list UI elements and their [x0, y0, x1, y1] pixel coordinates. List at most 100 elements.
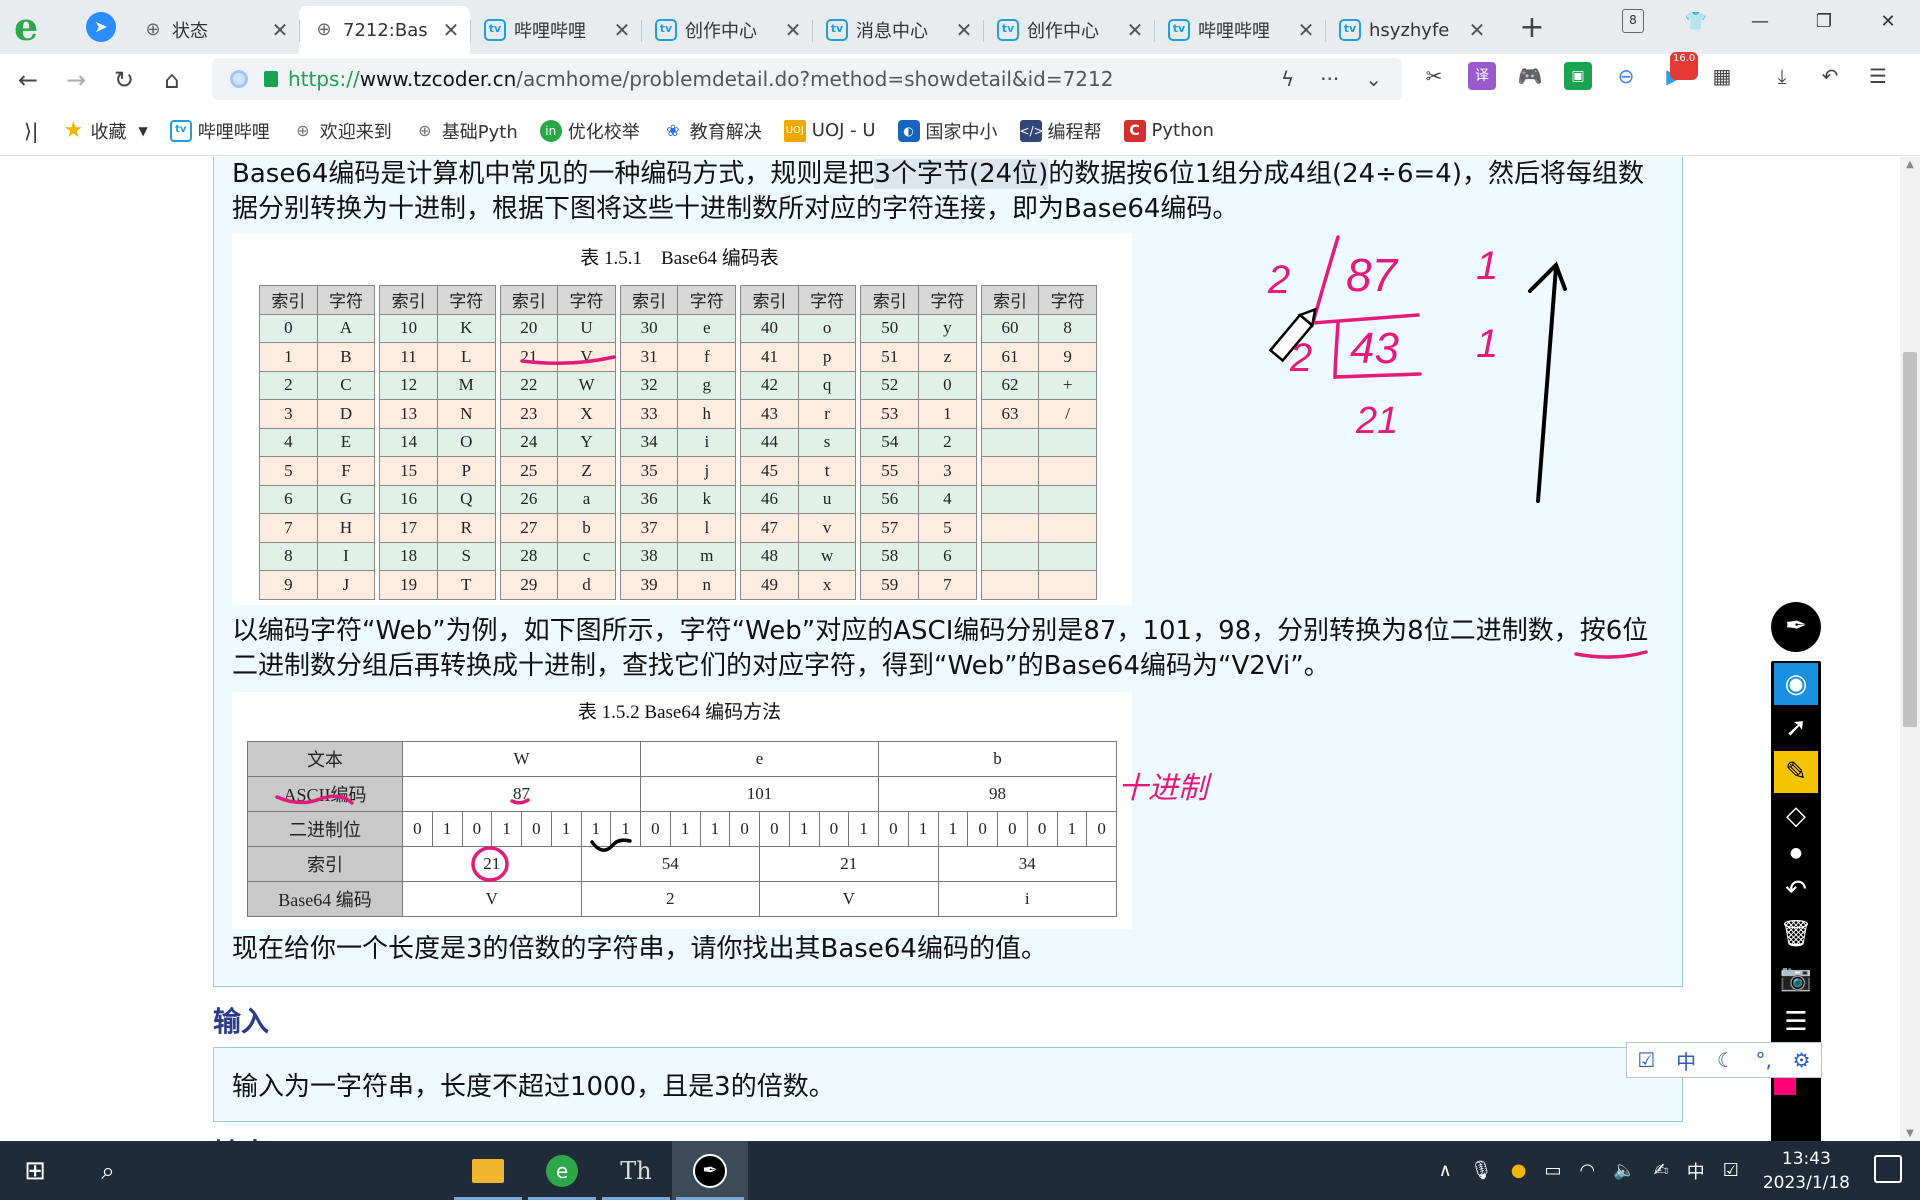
index-cell: 52	[860, 370, 920, 400]
tab-5[interactable]: tv 创作中心 ✕	[983, 6, 1154, 54]
video-play-icon[interactable]: ▶16.0	[1660, 52, 1698, 90]
bookmark-1[interactable]: tv 哔哩哔哩	[169, 118, 270, 144]
ime-settings-icon[interactable]: ⚙	[1793, 1048, 1811, 1072]
tab-close-icon[interactable]: ✕	[784, 18, 802, 42]
tray-chevron-icon[interactable]: ∧	[1439, 1160, 1452, 1181]
bookmark-folder-caret-icon[interactable]: ▼	[139, 124, 148, 138]
windows-start-icon[interactable]: ⊞	[0, 1156, 70, 1186]
undo-ink-icon[interactable]: ↶	[1774, 869, 1818, 911]
download-icon[interactable]: ⤓	[1768, 62, 1796, 90]
index-cell: 59	[860, 570, 920, 600]
tab-close-icon[interactable]: ✕	[271, 18, 289, 42]
char-cell: p	[797, 342, 857, 372]
bookmark-4[interactable]: in 优化校举	[539, 118, 640, 144]
url-text[interactable]: https://www.tzcoder.cn/acmhome/problemde…	[288, 67, 1113, 91]
browser-logo-icon[interactable]: e	[14, 7, 54, 47]
bookmark-8[interactable]: </> 编程帮	[1019, 118, 1102, 144]
security-shield-icon[interactable]	[230, 70, 248, 88]
taskbar-file-explorer[interactable]	[450, 1141, 526, 1200]
undo-icon[interactable]: ↶	[1816, 62, 1844, 90]
bookmark-5[interactable]: ❀ 教育解决	[662, 118, 762, 144]
pencil-icon[interactable]: ✎	[1774, 751, 1818, 793]
ime-moon-icon[interactable]: ☾	[1717, 1048, 1735, 1072]
bookmark-9[interactable]: C Python	[1123, 118, 1214, 144]
tab-close-icon[interactable]: ✕	[1468, 18, 1486, 42]
trash-icon[interactable]: 🗑	[1774, 913, 1818, 955]
scissors-icon[interactable]: ✂	[1420, 62, 1448, 90]
apps-grid-icon[interactable]: ▦	[1708, 62, 1736, 90]
pinned-tab-telegram-icon[interactable]: ➤	[86, 12, 116, 42]
taskbar-th-app[interactable]: Th	[598, 1141, 674, 1200]
lightning-icon[interactable]: ϟ	[1281, 67, 1294, 91]
tab-count-icon[interactable]: 8	[1622, 9, 1644, 33]
forward-icon[interactable]: →	[56, 66, 96, 94]
ime-checkbox-icon[interactable]: ☑	[1637, 1048, 1655, 1072]
tab-6[interactable]: tv 哔哩哔哩 ✕	[1154, 6, 1325, 54]
reload-icon[interactable]: ↻	[104, 66, 144, 94]
tab-close-icon[interactable]: ✕	[955, 18, 973, 42]
brush-size-icon[interactable]: ●	[1774, 839, 1818, 867]
wifi-icon[interactable]: ◠	[1579, 1160, 1595, 1181]
taskbar-browser[interactable]: e	[524, 1141, 600, 1200]
scroll-up-icon[interactable]: ▲	[1900, 159, 1920, 170]
taskbar-pen-app[interactable]: ✒	[672, 1141, 748, 1200]
menu-icon[interactable]: ☰	[1864, 62, 1892, 90]
book-icon[interactable]: ▣	[1564, 62, 1592, 90]
eraser-icon[interactable]: ◇	[1774, 795, 1818, 837]
battery-icon[interactable]: ▭	[1544, 1160, 1561, 1181]
translate-icon[interactable]: 译	[1468, 62, 1496, 90]
char-cell: H	[316, 513, 376, 543]
chevron-down-icon[interactable]: ⌄	[1365, 67, 1382, 91]
tab-close-icon[interactable]: ✕	[442, 18, 460, 42]
tab-2[interactable]: tv 哔哩哔哩 ✕	[470, 6, 641, 54]
game-icon[interactable]: 🎮	[1516, 62, 1544, 90]
ime-punct-icon[interactable]: °,	[1756, 1048, 1772, 1072]
skin-icon[interactable]: 👕	[1664, 11, 1728, 32]
taskbar-search-icon[interactable]: ⌕	[70, 1157, 146, 1185]
new-tab-button[interactable]: +	[1514, 10, 1550, 45]
bookmark-3[interactable]: ⊕ 基础Pyth	[414, 118, 518, 144]
more-icon[interactable]: ···	[1320, 67, 1339, 91]
address-bar[interactable]: https://www.tzcoder.cn/acmhome/problemde…	[212, 58, 1402, 100]
tab-close-icon[interactable]: ✕	[613, 18, 631, 42]
tray-mic-icon[interactable]: 🎙	[1470, 1160, 1493, 1181]
tab-0[interactable]: ⊕ 状态 ✕	[128, 6, 299, 54]
minimize-icon[interactable]: —	[1728, 11, 1792, 32]
page-scrollbar[interactable]: ▲ ▼	[1900, 157, 1920, 1141]
camera-icon[interactable]: 📷	[1774, 957, 1818, 999]
pen-tray-icon[interactable]: ✍	[1654, 1160, 1669, 1181]
char-cell	[1038, 513, 1097, 543]
scroll-down-icon[interactable]: ▼	[1900, 1128, 1920, 1139]
tray-check-icon[interactable]: ☑	[1723, 1160, 1739, 1181]
clock[interactable]: 13:43 2023/1/18	[1763, 1147, 1850, 1195]
ime-language[interactable]: 中	[1676, 1046, 1696, 1075]
eye-icon[interactable]: ◉	[1774, 663, 1818, 705]
tray-app-icon[interactable]: ●	[1511, 1160, 1527, 1181]
tray-language[interactable]: 中	[1687, 1158, 1705, 1184]
tab-4[interactable]: tv 消息中心 ✕	[812, 6, 983, 54]
tab-close-icon[interactable]: ✕	[1126, 18, 1144, 42]
tab-3[interactable]: tv 创作中心 ✕	[641, 6, 812, 54]
volume-icon[interactable]: 🔈	[1613, 1160, 1635, 1181]
close-window-icon[interactable]: ✕	[1856, 11, 1920, 32]
sidebar-toggle-icon[interactable]: ⟩|	[24, 119, 39, 143]
clock-time: 13:43	[1781, 1148, 1831, 1169]
lock-icon[interactable]	[264, 71, 278, 87]
bookmark-2[interactable]: ⊕ 欢迎来到	[292, 118, 392, 144]
tab-close-icon[interactable]: ✕	[1297, 18, 1315, 42]
pointer-arrow-icon[interactable]: ➚	[1774, 707, 1818, 749]
scroll-thumb[interactable]	[1903, 352, 1917, 727]
pen-app-logo-icon[interactable]: ✒	[1771, 602, 1821, 652]
circle-minus-icon[interactable]: ⊖	[1612, 62, 1640, 90]
tab-7[interactable]: tv hsyzhyfe ✕	[1325, 6, 1496, 54]
bookmark-7[interactable]: ◐ 国家中小	[897, 118, 998, 144]
bookmark-0[interactable]: ★ 收藏 ▼	[63, 118, 148, 144]
back-icon[interactable]: ←	[8, 66, 48, 94]
tab-1[interactable]: ⊕ 7212:Bas ✕	[299, 6, 470, 54]
notes-icon[interactable]: ☰	[1774, 1001, 1818, 1043]
restore-icon[interactable]: ❐	[1792, 11, 1856, 32]
notification-icon[interactable]	[1874, 1155, 1902, 1183]
bookmark-6[interactable]: UOJ UOJ - U	[783, 118, 876, 144]
char-cell: g	[677, 370, 737, 400]
home-icon[interactable]: ⌂	[152, 66, 192, 94]
